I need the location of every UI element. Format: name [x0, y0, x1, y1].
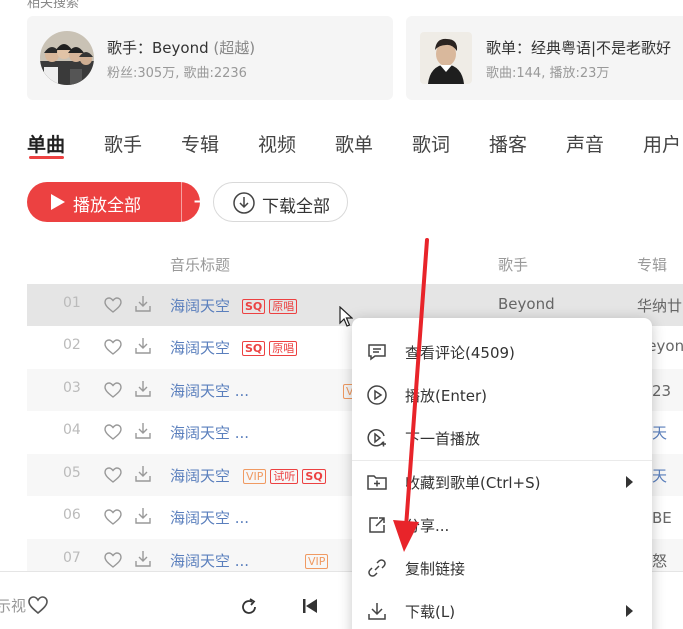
player-text-cut: 示视 — [0, 597, 27, 615]
original-badge: 原唱 — [269, 299, 298, 314]
submenu-arrow-icon — [626, 476, 633, 488]
section-heading-cut: 相关搜索 — [27, 0, 80, 11]
download-all-label: 下载全部 — [262, 197, 330, 217]
context-menu: 查看评论(4509) 播放(Enter) 下一首播放 收藏到歌单(Ctrl+S) — [352, 318, 652, 629]
song-title[interactable]: 海阔天空 ... — [170, 422, 249, 443]
song-title[interactable]: 海阔天空 ... — [170, 380, 249, 401]
download-all-button[interactable]: 下载全部 — [213, 182, 348, 222]
trial-badge: 试听 — [270, 469, 299, 484]
sq-badge: SQ — [242, 341, 266, 356]
download-icon — [368, 603, 386, 620]
artist-card-title: 歌手：Beyond (超越) — [107, 39, 256, 57]
submenu-arrow-icon — [626, 605, 633, 617]
song-index: 06 — [63, 507, 81, 523]
menu-item-view-comments[interactable]: 查看评论(4509) — [352, 331, 652, 373]
tab-lyrics[interactable]: 歌词 — [412, 130, 450, 157]
song-index: 04 — [63, 422, 81, 438]
song-title[interactable]: 海阔天空 — [170, 337, 230, 358]
download-icon[interactable] — [133, 336, 153, 356]
original-badge: 原唱 — [269, 341, 298, 356]
menu-item-play[interactable]: 播放(Enter) — [352, 374, 652, 416]
song-index: 03 — [63, 380, 81, 396]
download-icon[interactable] — [133, 421, 153, 441]
like-icon[interactable] — [103, 337, 123, 357]
menu-item-play-next[interactable]: 下一首播放 — [352, 417, 652, 459]
vip-badge: VIP — [243, 469, 267, 484]
tab-user[interactable]: 用户 — [643, 130, 681, 157]
playlist-card-title: 歌单：经典粤语|不是老歌好 — [486, 39, 672, 57]
download-circle-icon — [233, 192, 255, 214]
playlist-cover — [420, 32, 472, 84]
repeat-icon[interactable] — [239, 597, 259, 617]
menu-item-copy-link[interactable]: 复制链接 — [352, 547, 652, 589]
like-icon[interactable] — [103, 507, 123, 527]
play-all-button[interactable]: 播放全部 + — [27, 182, 212, 222]
download-icon[interactable] — [133, 294, 153, 314]
tab-playlist[interactable]: 歌单 — [335, 130, 373, 157]
play-icon — [51, 194, 65, 210]
download-icon[interactable] — [133, 379, 153, 399]
song-title[interactable]: 海阔天空 ... — [170, 507, 249, 528]
like-icon[interactable] — [103, 295, 123, 315]
tab-sound[interactable]: 声音 — [566, 130, 604, 157]
song-title[interactable]: 海阔天空 — [170, 465, 230, 486]
menu-item-collect-to-playlist[interactable]: 收藏到歌单(Ctrl+S) — [352, 461, 652, 503]
playlist-card[interactable]: 歌单：经典粤语|不是老歌好 歌曲:144, 播放:23万 — [406, 16, 683, 100]
play-all-label: 播放全部 — [73, 196, 141, 216]
link-icon — [368, 559, 386, 577]
like-icon[interactable] — [27, 594, 49, 616]
like-icon[interactable] — [103, 550, 123, 570]
vip-badge: VIP — [305, 554, 329, 569]
tab-single[interactable]: 单曲 — [27, 130, 65, 157]
song-title[interactable]: 海阔天空 — [170, 295, 230, 316]
song-title[interactable]: 海阔天空 ... — [170, 550, 249, 571]
song-tags: VIP — [305, 551, 332, 570]
song-tags: VIP 试听 SQ — [243, 466, 330, 485]
play-circle-icon — [367, 385, 387, 405]
like-icon[interactable] — [103, 380, 123, 400]
like-icon[interactable] — [103, 422, 123, 442]
column-header-artist[interactable]: 歌手 — [498, 254, 528, 275]
add-folder-icon — [367, 475, 387, 490]
comment-icon — [368, 344, 386, 361]
song-index: 05 — [63, 465, 81, 481]
active-tab-indicator — [29, 156, 64, 159]
song-index: 07 — [63, 550, 81, 566]
button-divider — [181, 182, 182, 222]
download-icon[interactable] — [133, 549, 153, 569]
playlist-card-stats: 歌曲:144, 播放:23万 — [486, 66, 610, 81]
artist-avatar — [40, 31, 94, 85]
download-icon[interactable] — [133, 464, 153, 484]
next-play-icon — [367, 429, 386, 447]
download-icon[interactable] — [133, 506, 153, 526]
sq-badge: SQ — [302, 469, 326, 484]
mouse-cursor-icon — [339, 306, 353, 327]
column-header-title[interactable]: 音乐标题 — [170, 254, 230, 275]
column-header-album[interactable]: 专辑 — [637, 254, 667, 275]
add-to-queue-button[interactable]: + — [192, 187, 212, 215]
song-tags: SQ 原唱 — [242, 296, 301, 315]
sq-badge: SQ — [242, 299, 266, 314]
artist-card[interactable]: 歌手：Beyond (超越) 粉丝:305万, 歌曲:2236 — [27, 16, 393, 100]
tab-video[interactable]: 视频 — [258, 130, 296, 157]
tab-podcast[interactable]: 播客 — [489, 130, 527, 157]
previous-track-icon[interactable] — [302, 598, 318, 614]
tab-artist[interactable]: 歌手 — [104, 130, 142, 157]
song-tags: SQ 原唱 — [242, 338, 301, 357]
menu-item-share[interactable]: 分享... — [352, 504, 652, 546]
song-index: 02 — [63, 337, 81, 353]
song-album[interactable]: 华纳廿 — [637, 295, 682, 316]
tab-album[interactable]: 专辑 — [181, 130, 219, 157]
like-icon[interactable] — [103, 465, 123, 485]
share-icon — [369, 517, 385, 533]
song-index: 01 — [63, 295, 81, 311]
artist-card-stats: 粉丝:305万, 歌曲:2236 — [107, 66, 247, 81]
song-artist[interactable]: Beyond — [498, 295, 555, 313]
menu-item-download[interactable]: 下载(L) — [352, 590, 652, 629]
